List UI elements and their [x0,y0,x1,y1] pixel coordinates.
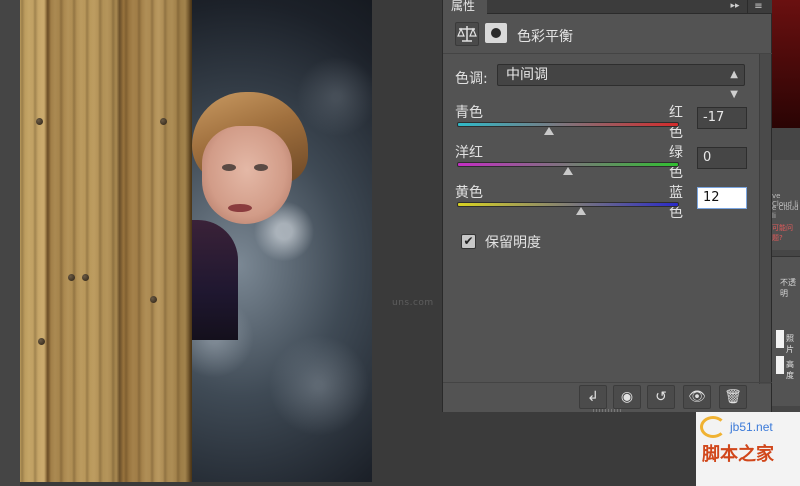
site-watermark-logo: jb51.net 脚本之家 [696,412,800,486]
panel-footer: ↲ ◉ ↺ 👁 🗑 [443,382,773,412]
collapse-panel-icon[interactable]: ▸▸ [727,0,743,14]
slider-left-label: 黄色 [455,185,483,201]
artwork-image [20,0,372,482]
canvas-left-margin [0,0,20,486]
panel-scrollbar[interactable] [759,54,771,384]
logo-swirl-icon [700,416,726,438]
slider-thumb[interactable] [563,167,573,175]
site-url: jb51.net [730,420,773,434]
slider-magenta-green: 洋红 绿色 0 [443,142,773,186]
layer-name[interactable]: 照片 [786,333,800,355]
slider-value-input[interactable]: 0 [697,147,747,169]
view-previous-icon[interactable]: ◉ [613,385,641,409]
layer-name[interactable]: 高度 [786,359,800,381]
visibility-icon[interactable]: 👁 [683,385,711,409]
slider-cyan-red: 青色 红色 -17 [443,102,773,146]
layer-mask-icon[interactable] [485,23,507,43]
tone-label: 色调: [455,71,488,87]
nail [150,296,157,303]
nail [82,274,89,281]
nail [68,274,75,281]
opacity-label: 不透明 [780,278,796,298]
slider-thumb[interactable] [544,127,555,135]
preserve-luminosity-row[interactable]: ✔ 保留明度 [461,232,661,252]
delete-icon[interactable]: 🗑 [719,385,747,409]
child-eye [222,164,236,171]
tab-properties[interactable]: 属性 [443,0,487,14]
slider-track[interactable] [457,202,679,207]
slider-left-label: 青色 [455,105,483,121]
cc-text: e Cloud li [772,204,799,220]
layer-thumbnail[interactable] [776,330,784,348]
document-canvas[interactable]: uns.com [0,0,440,486]
nail [36,118,43,125]
child-mouth [228,204,252,212]
color-panel-swatch[interactable] [772,0,800,128]
properties-panel: 属性 ▸▸ ≡ 色彩平衡 色调: 中间调 ▲▼ 青色 红色 -17 洋红 绿色 [442,0,773,412]
canvas-watermark: uns.com [392,298,434,308]
slider-value-input[interactable]: 12 [697,187,747,209]
slider-track[interactable] [457,122,679,127]
preserve-luminosity-checkbox[interactable]: ✔ [461,234,476,249]
slider-left-label: 洋红 [455,145,483,161]
layer-thumbnail[interactable] [776,356,784,374]
panel-resize-grip[interactable] [593,409,623,412]
tone-select[interactable]: 中间调 ▲ ▼ [497,64,745,100]
site-name: 脚本之家 [702,444,774,465]
panel-header: 色彩平衡 [443,14,773,54]
tone-select-value: 中间调 [506,67,548,83]
panel-menu-icon[interactable]: ≡ [747,0,769,14]
nail [160,118,167,125]
panel-title: 色彩平衡 [517,29,573,45]
slider-value-input[interactable]: -17 [697,107,747,129]
balance-scale-icon[interactable] [455,22,479,46]
chevron-updown-icon: ▲ ▼ [730,69,738,100]
slider-thumb[interactable] [576,207,587,215]
wooden-door [20,0,192,482]
child-figure [192,92,310,342]
child-shirt [192,220,238,340]
child-eye [254,164,268,171]
slider-yellow-blue: 黄色 蓝色 12 [443,182,773,226]
cc-link[interactable]: 可能问题? [772,223,800,243]
nail [38,338,45,345]
panel-tab-bar: 属性 ▸▸ ≡ [443,0,773,14]
reset-icon[interactable]: ↺ [647,385,675,409]
preserve-luminosity-label: 保留明度 [485,235,541,251]
clip-to-layer-icon[interactable]: ↲ [579,385,607,409]
